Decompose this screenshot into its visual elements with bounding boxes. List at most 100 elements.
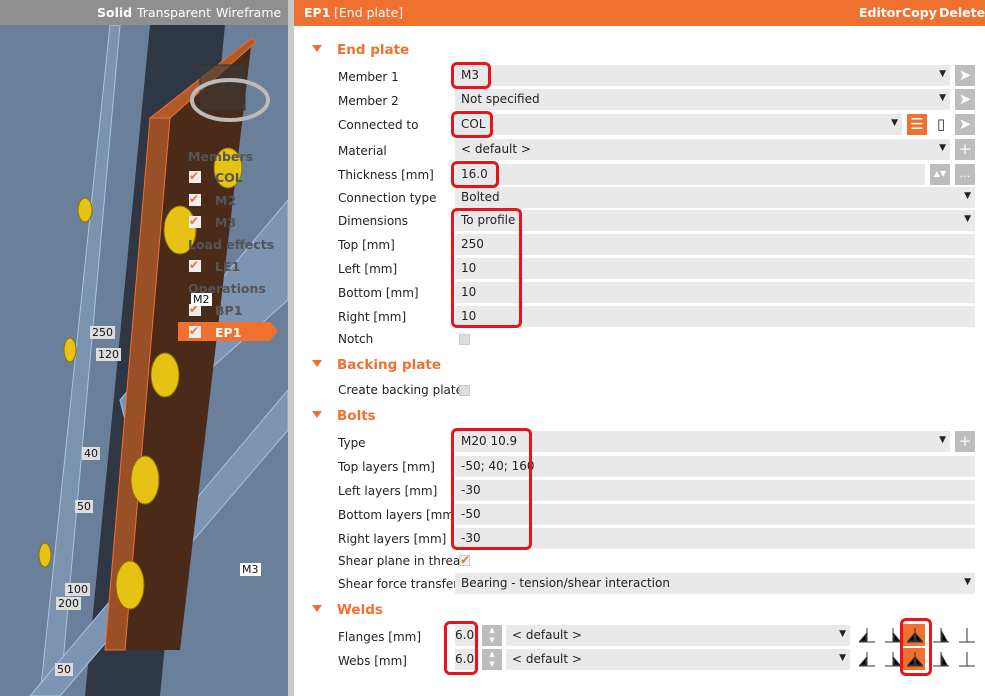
create-backing-checkbox[interactable] <box>459 385 470 396</box>
weld-back-icon <box>933 628 949 643</box>
member2-label: Member 2 <box>338 94 399 108</box>
left-label: Left [mm] <box>338 262 398 276</box>
spinner-icon[interactable]: ▲▼ <box>482 649 502 670</box>
editor-button[interactable]: Editor <box>859 5 902 20</box>
notch-label: Notch <box>338 332 374 346</box>
right-label: Right [mm] <box>338 310 407 324</box>
tree-item-m2[interactable]: M2 <box>215 193 236 208</box>
material-label: Material <box>338 144 387 158</box>
left-input[interactable]: 10 <box>455 258 975 279</box>
more-button[interactable]: ... <box>955 164 975 185</box>
shear-force-label: Shear force transfer <box>338 577 459 591</box>
member1-select[interactable]: M3 <box>455 65 950 86</box>
pick-cursor-icon[interactable]: ➤ <box>955 65 975 86</box>
create-backing-label: Create backing plate <box>338 383 463 397</box>
item-id: EP1 <box>304 5 331 20</box>
section-backing-plate[interactable]: Backing plate <box>312 357 441 373</box>
bottom-label: Bottom [mm] <box>338 286 419 300</box>
web-connect-icon[interactable]: ▯ <box>931 114 951 135</box>
shear-plane-label: Shear plane in thread <box>338 554 468 568</box>
connection-type-select[interactable]: Bolted <box>455 187 975 208</box>
tree-item-m3[interactable]: M3 <box>215 215 236 230</box>
tree-members-heading: Members <box>188 149 253 164</box>
top-label: Top [mm] <box>338 238 395 252</box>
flanges-label: Flanges [mm] <box>338 630 422 644</box>
delete-button[interactable]: Delete <box>939 5 985 20</box>
member-label: M3 <box>240 563 261 576</box>
bolt-type-label: Type <box>338 436 366 450</box>
checkbox-col[interactable]: ✔ <box>189 170 201 183</box>
highlight <box>451 208 522 328</box>
view-mode-bar: Solid Transparent Wireframe <box>0 0 288 25</box>
spinner-icon[interactable]: ▲▼ <box>482 625 502 646</box>
checkbox-m3[interactable]: ✔ <box>189 215 201 228</box>
notch-checkbox[interactable] <box>459 334 470 345</box>
weld-right-icon <box>885 628 902 643</box>
splitter[interactable] <box>288 0 294 696</box>
copy-button[interactable]: Copy <box>902 5 937 20</box>
dimension-label: 200 <box>56 597 81 610</box>
dimension-label: 100 <box>65 583 90 596</box>
connected-to-select[interactable]: COL <box>455 114 902 135</box>
left-layers-input[interactable]: -30 <box>455 480 975 501</box>
transparent-mode-button[interactable]: Transparent <box>137 5 211 20</box>
connection-type-label: Connection type <box>338 191 437 205</box>
tree-item-bp1[interactable]: BP1 <box>215 303 242 318</box>
highlight <box>444 621 478 675</box>
member-label: M2 <box>191 293 212 306</box>
dimensions-select[interactable]: To profile <box>455 210 975 231</box>
bottom-input[interactable]: 10 <box>455 282 975 303</box>
spinner-icon[interactable]: ▲▼ <box>930 164 950 185</box>
member2-select[interactable]: Not specified <box>455 89 950 110</box>
shear-force-select[interactable]: Bearing - tension/shear interaction <box>455 573 975 594</box>
dimension-label: 120 <box>96 348 121 361</box>
right-layers-input[interactable]: -30 <box>455 528 975 549</box>
checkbox-le1[interactable]: ✔ <box>189 259 201 272</box>
bottom-layers-input[interactable]: -50 <box>455 504 975 525</box>
add-icon[interactable]: + <box>955 431 975 452</box>
right-input[interactable]: 10 <box>455 306 975 327</box>
section-end-plate[interactable]: End plate <box>312 42 409 58</box>
thickness-label: Thickness [mm] <box>338 168 434 182</box>
tree-load-heading: Load effects <box>188 237 275 252</box>
add-icon[interactable]: + <box>955 139 975 160</box>
tree-item-col[interactable]: COL <box>215 170 243 185</box>
dimension-label: 40 <box>82 447 100 460</box>
wireframe-mode-button[interactable]: Wireframe <box>216 5 281 20</box>
weld-none-icon <box>959 628 975 643</box>
pick-cursor-icon[interactable]: ➤ <box>955 114 975 135</box>
top-input[interactable]: 250 <box>455 234 975 255</box>
tree-item-le1[interactable]: LE1 <box>215 259 240 274</box>
flange-connect-icon[interactable]: ☰ <box>907 114 927 135</box>
highlight <box>451 161 499 188</box>
pick-cursor-icon[interactable]: ➤ <box>955 89 975 110</box>
section-bolts[interactable]: Bolts <box>312 408 376 424</box>
thickness-input[interactable]: 16.0 <box>455 164 925 185</box>
checkbox-ep1[interactable]: ✔ <box>189 325 201 338</box>
dimension-label: 50 <box>55 663 73 676</box>
checkbox-m2[interactable]: ✔ <box>189 193 201 206</box>
shear-plane-checkbox[interactable]: ✔ <box>459 554 470 566</box>
left-layers-label: Left layers [mm] <box>338 484 438 498</box>
right-layers-label: Right layers [mm] <box>338 532 447 546</box>
webs-label: Webs [mm] <box>338 654 407 668</box>
highlight <box>451 111 493 138</box>
dimensions-label: Dimensions <box>338 214 409 228</box>
section-welds[interactable]: Welds <box>312 602 383 618</box>
highlight <box>451 62 491 89</box>
3d-view[interactable]: Solid Transparent Wireframe Members ✔ COL… <box>0 0 288 696</box>
weld-left-icon <box>858 628 875 643</box>
flange-weld-material[interactable]: < default > <box>506 625 850 646</box>
highlight <box>900 618 932 676</box>
3d-model[interactable] <box>0 0 288 696</box>
bottom-layers-label: Bottom layers [mm] <box>338 508 459 522</box>
member1-label: Member 1 <box>338 70 399 84</box>
web-weld-material[interactable]: < default > <box>506 649 850 670</box>
dimension-label: 250 <box>90 326 115 339</box>
material-select[interactable]: < default > <box>455 139 950 160</box>
top-layers-label: Top layers [mm] <box>338 460 435 474</box>
top-layers-input[interactable]: -50; 40; 160 <box>455 456 975 477</box>
item-type: [End plate] <box>334 5 404 20</box>
solid-mode-button[interactable]: Solid <box>97 5 132 20</box>
tree-item-ep1[interactable]: EP1 <box>215 325 241 340</box>
